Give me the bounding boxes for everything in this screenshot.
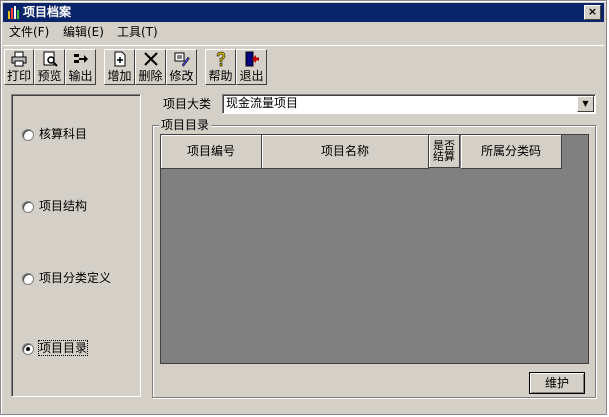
category-label: 项目大类 [163,97,212,111]
column-header-name[interactable]: 项目名称 [262,135,429,169]
exit-label: 退出 [239,69,264,83]
printer-icon [11,51,27,67]
toolbar: 打印 预览 输出 增加 删除 修改 帮助 退出 [3,45,604,86]
radio-label: 核算科目 [39,127,88,141]
exit-icon [245,51,259,67]
delete-icon [143,52,158,66]
radio-dot[interactable] [22,273,34,285]
print-label: 打印 [6,69,31,83]
preview-label: 预览 [37,69,62,83]
radio-label: 项目结构 [39,199,88,213]
print-button[interactable]: 打印 [4,49,34,85]
window-title: 项目档案 [23,5,72,19]
preview-button[interactable]: 预览 [34,49,65,85]
add-icon [114,51,125,67]
add-button[interactable]: 增加 [104,49,135,85]
help-button[interactable]: 帮助 [205,49,236,85]
column-header-settled[interactable]: 是否结算 [429,135,460,168]
column-header-code[interactable]: 项目编号 [161,135,262,169]
exit-button[interactable]: 退出 [236,49,267,85]
export-icon [73,54,88,63]
app-window: 项目档案 × 文件(F) 编辑(E) 工具(T) 打印 预览 输出 增加 删除 … [0,0,607,415]
export-button[interactable]: 输出 [65,49,96,85]
category-select[interactable]: 现金流量项目 ▼ [222,94,596,114]
radio-label: 项目分类定义 [39,271,112,285]
help-icon [216,51,225,67]
category-value: 现金流量项目 [226,96,299,110]
maintain-button[interactable]: 维护 [529,372,585,394]
delete-label: 删除 [138,69,163,83]
title-bar: 项目档案 × [3,3,604,22]
delete-button[interactable]: 删除 [135,49,166,85]
radio-dot-selected[interactable] [22,343,34,355]
edit-label: 修改 [169,69,194,83]
dropdown-arrow-icon[interactable]: ▼ [577,96,594,112]
radio-dot[interactable] [22,129,34,141]
export-label: 输出 [68,69,93,83]
app-icon [8,6,19,19]
menu-edit[interactable]: 编辑(E) [63,25,104,40]
option-panel: 核算科目 项目结构 项目分类定义 项目目录 [11,94,141,397]
catalog-grid[interactable]: 项目编号 项目名称 是否结算 所属分类码 [160,134,589,364]
menu-tools[interactable]: 工具(T) [117,25,158,40]
close-button[interactable]: × [584,5,601,20]
menu-bar: 文件(F) 编辑(E) 工具(T) [3,23,604,42]
column-header-category-code[interactable]: 所属分类码 [461,135,562,169]
preview-icon [43,51,58,67]
menu-file[interactable]: 文件(F) [9,25,49,40]
edit-icon [174,52,190,67]
radio-label: 项目目录 [37,340,89,356]
help-label: 帮助 [208,69,233,83]
add-label: 增加 [107,69,132,83]
edit-button[interactable]: 修改 [166,49,197,85]
catalog-group-title: 项目目录 [159,118,212,132]
radio-dot[interactable] [22,201,34,213]
